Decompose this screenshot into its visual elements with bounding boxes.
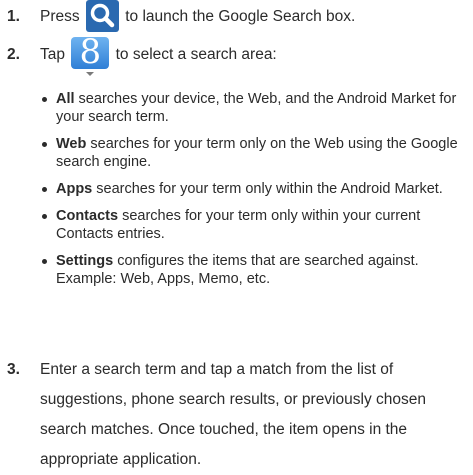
step-text: Tap 8 to select a search area: bbox=[40, 33, 460, 76]
list-item: Settings configures the items that are s… bbox=[40, 252, 468, 288]
step-number: 3. bbox=[7, 361, 20, 378]
bullet-term: Contacts bbox=[56, 208, 119, 224]
step-text: Press to launch the Google Search box. bbox=[40, 0, 460, 33]
step-text-before: Tap bbox=[40, 46, 65, 63]
bullet-text: searches for your term only within the A… bbox=[92, 181, 443, 197]
step-text-after: to select a search area: bbox=[115, 46, 277, 63]
list-item: Contacts searches for your term only wit… bbox=[40, 207, 468, 243]
step-text: Enter a search term and tap a match from… bbox=[40, 361, 426, 468]
dropdown-arrow-icon bbox=[86, 71, 95, 76]
google-letter: 8 bbox=[79, 31, 102, 72]
step-text-after: to launch the Google Search box. bbox=[125, 8, 356, 25]
list-item: Web searches for your term only on the W… bbox=[40, 135, 468, 171]
list-item: Apps searches for your term only within … bbox=[40, 180, 468, 198]
bullet-term: Web bbox=[56, 136, 87, 152]
step-text-before: Press bbox=[40, 8, 80, 25]
bullet-term: Apps bbox=[56, 181, 93, 197]
list-item: All searches your device, the Web, and t… bbox=[40, 90, 468, 126]
search-key-icon bbox=[85, 0, 119, 32]
bullet-term: All bbox=[56, 91, 75, 107]
bullet-text: searches your device, the Web, and the A… bbox=[56, 91, 457, 125]
bullet-term: Settings bbox=[56, 253, 114, 269]
search-area-list: All searches your device, the Web, and t… bbox=[40, 90, 468, 297]
bullet-text: searches for your term only on the Web u… bbox=[56, 136, 458, 170]
google-search-icon: 8 bbox=[71, 33, 110, 76]
instruction-page: 1. Press to launch the Google Search box… bbox=[0, 0, 473, 468]
step-number: 2. bbox=[7, 46, 20, 63]
step-number: 1. bbox=[7, 8, 20, 25]
